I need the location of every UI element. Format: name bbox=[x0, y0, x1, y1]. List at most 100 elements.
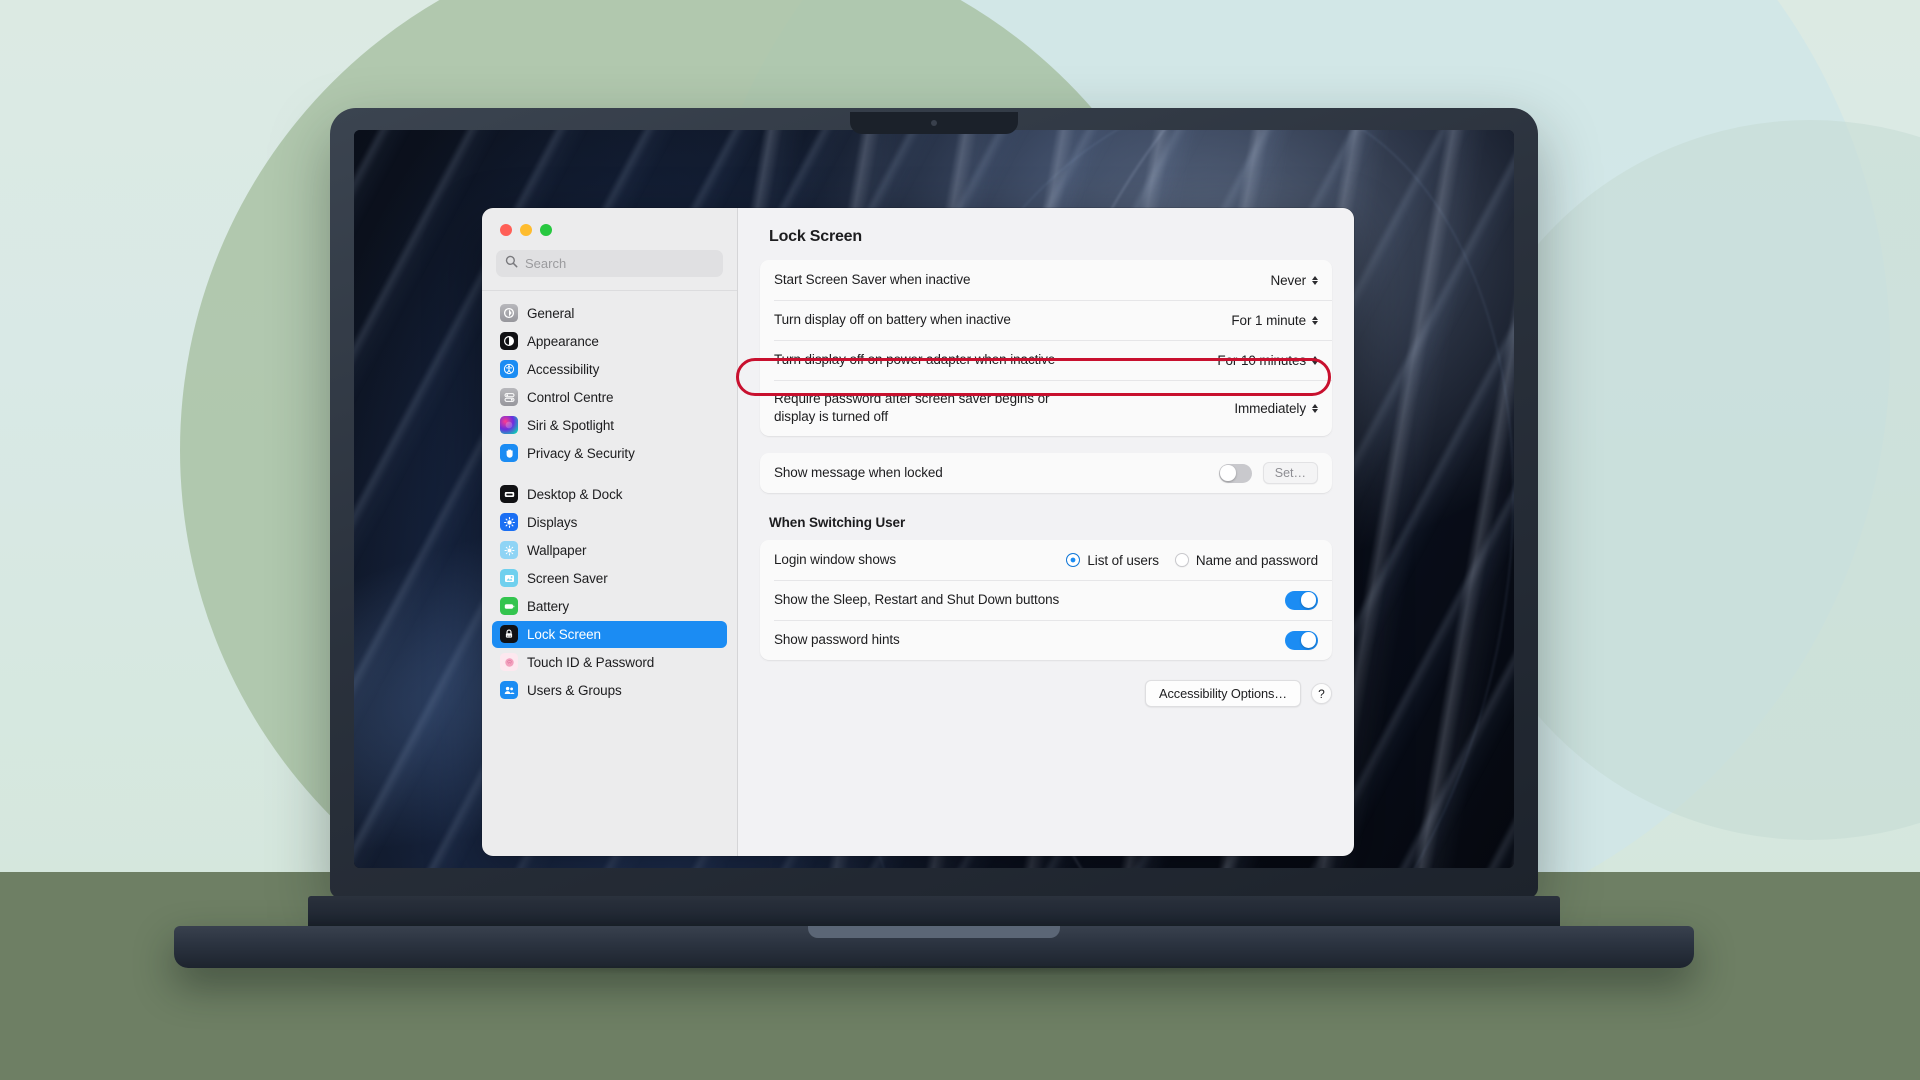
sidebar-item-label: Accessibility bbox=[527, 361, 600, 377]
switching-user-group: Login window shows List of users Name an… bbox=[760, 540, 1332, 660]
row-display-off-battery[interactable]: Turn display off on battery when inactiv… bbox=[760, 300, 1332, 340]
display-settings-group: Start Screen Saver when inactive Never T… bbox=[760, 260, 1332, 436]
laptop-lid: Search General Appearance Accessibility … bbox=[330, 108, 1538, 898]
display-off-battery-popup[interactable]: For 1 minute bbox=[1231, 313, 1318, 328]
sidebar-item-wallpaper[interactable]: Wallpaper bbox=[492, 537, 727, 564]
row-require-password[interactable]: Require password after screen saver begi… bbox=[760, 380, 1332, 436]
sidebar-item-touch-id-password[interactable]: Touch ID & Password bbox=[492, 649, 727, 676]
control-centre-icon bbox=[500, 388, 518, 406]
sidebar-item-label: Displays bbox=[527, 514, 578, 530]
main-content: Lock Screen Start Screen Saver when inac… bbox=[738, 208, 1354, 856]
radio-label: List of users bbox=[1087, 552, 1159, 568]
popup-value: Never bbox=[1270, 272, 1306, 288]
minimize-button[interactable] bbox=[520, 224, 532, 236]
screen-saver-delay-popup[interactable]: Never bbox=[1270, 273, 1318, 288]
row-label: Require password after screen saver begi… bbox=[774, 390, 1050, 424]
radio-dot-icon bbox=[1174, 553, 1189, 567]
sidebar-item-label: Appearance bbox=[527, 333, 599, 349]
row-show-message-when-locked[interactable]: Show message when locked Set… bbox=[760, 453, 1332, 493]
row-display-off-power-adapter[interactable]: Turn display off on power adapter when i… bbox=[760, 340, 1332, 380]
sidebar-item-appearance[interactable]: Appearance bbox=[492, 328, 727, 355]
sleep-restart-shutdown-toggle[interactable] bbox=[1285, 590, 1318, 610]
laptop-mockup: Search General Appearance Accessibility … bbox=[120, 108, 1750, 992]
close-button[interactable] bbox=[500, 224, 512, 236]
require-password-popup[interactable]: Immediately bbox=[1234, 401, 1318, 416]
help-button[interactable]: ? bbox=[1311, 683, 1332, 704]
login-window-radio-group: List of users Name and password bbox=[1066, 553, 1318, 568]
sidebar-item-label: Privacy & Security bbox=[527, 445, 635, 461]
locked-message-group: Show message when locked Set… bbox=[760, 453, 1332, 493]
laptop-screen: Search General Appearance Accessibility … bbox=[354, 130, 1514, 868]
search-input[interactable]: Search bbox=[496, 250, 723, 277]
display-off-power-popup[interactable]: For 10 minutes bbox=[1217, 353, 1318, 368]
laptop-shadow bbox=[120, 966, 1750, 992]
sidebar-item-label: General bbox=[527, 305, 575, 321]
wallpaper-icon bbox=[500, 541, 518, 559]
row-show-password-hints[interactable]: Show password hints bbox=[760, 620, 1332, 660]
siri-icon bbox=[500, 416, 518, 434]
footer-actions: Accessibility Options… ? bbox=[760, 660, 1332, 707]
accessibility-icon bbox=[500, 360, 518, 378]
lock-screen-icon bbox=[500, 625, 518, 643]
sidebar-item-displays[interactable]: Displays bbox=[492, 509, 727, 536]
displays-icon bbox=[500, 513, 518, 531]
row-label: Turn display off on power adapter when i… bbox=[774, 351, 1056, 367]
sidebar-item-accessibility[interactable]: Accessibility bbox=[492, 356, 727, 383]
password-hints-toggle[interactable] bbox=[1285, 630, 1318, 650]
radio-dot-selected-icon bbox=[1066, 553, 1081, 567]
privacy-hand-icon bbox=[500, 444, 518, 462]
sidebar-item-label: Wallpaper bbox=[527, 542, 587, 558]
popup-value: Immediately bbox=[1234, 400, 1306, 416]
chevron-updown-icon bbox=[1312, 315, 1318, 325]
sidebar-item-label: Battery bbox=[527, 598, 570, 614]
popup-value: For 1 minute bbox=[1231, 312, 1306, 328]
row-show-sleep-restart-shutdown[interactable]: Show the Sleep, Restart and Shut Down bu… bbox=[760, 580, 1332, 620]
chevron-updown-icon bbox=[1312, 403, 1318, 413]
zoom-button[interactable] bbox=[540, 224, 552, 236]
radio-name-and-password[interactable]: Name and password bbox=[1174, 552, 1318, 568]
radio-list-of-users[interactable]: List of users bbox=[1066, 552, 1159, 568]
sidebar-nav: General Appearance Accessibility Control… bbox=[482, 291, 737, 857]
sidebar-item-general[interactable]: General bbox=[492, 300, 727, 327]
system-settings-window: Search General Appearance Accessibility … bbox=[482, 208, 1354, 856]
chevron-updown-icon bbox=[1312, 275, 1318, 285]
sidebar-item-battery[interactable]: Battery bbox=[492, 593, 727, 620]
radio-label: Name and password bbox=[1195, 552, 1318, 568]
section-heading-when-switching-user: When Switching User bbox=[769, 515, 906, 530]
row-label: Show the Sleep, Restart and Shut Down bu… bbox=[774, 591, 1060, 607]
sidebar-item-label: Control Centre bbox=[527, 389, 614, 405]
desktop-dock-icon bbox=[500, 485, 518, 503]
search-container: Search bbox=[482, 236, 737, 277]
sidebar-item-label: Siri & Spotlight bbox=[527, 417, 614, 433]
sidebar: Search General Appearance Accessibility … bbox=[482, 208, 738, 856]
screen-saver-icon bbox=[500, 569, 518, 587]
set-message-button[interactable]: Set… bbox=[1262, 462, 1318, 484]
accessibility-options-button[interactable]: Accessibility Options… bbox=[1145, 680, 1301, 707]
row-label: Start Screen Saver when inactive bbox=[774, 271, 971, 287]
row-start-screen-saver[interactable]: Start Screen Saver when inactive Never bbox=[760, 260, 1332, 300]
touch-id-icon bbox=[500, 653, 518, 671]
page-title: Lock Screen bbox=[769, 228, 862, 245]
row-login-window-shows: Login window shows List of users Name an… bbox=[760, 540, 1332, 580]
sidebar-item-label: Desktop & Dock bbox=[527, 486, 623, 502]
window-controls bbox=[482, 208, 737, 236]
appearance-icon bbox=[500, 332, 518, 350]
sidebar-item-label: Lock Screen bbox=[527, 626, 601, 642]
sidebar-item-control-centre[interactable]: Control Centre bbox=[492, 384, 727, 411]
row-label: Turn display off on battery when inactiv… bbox=[774, 311, 1011, 327]
show-message-toggle[interactable] bbox=[1218, 463, 1252, 483]
chevron-updown-icon bbox=[1312, 355, 1318, 365]
sidebar-item-desktop-dock[interactable]: Desktop & Dock bbox=[492, 481, 727, 508]
sidebar-item-siri-spotlight[interactable]: Siri & Spotlight bbox=[492, 412, 727, 439]
webcam-icon bbox=[931, 120, 937, 126]
sidebar-item-privacy-security[interactable]: Privacy & Security bbox=[492, 440, 727, 467]
row-label: Show message when locked bbox=[774, 464, 943, 480]
users-groups-icon bbox=[500, 681, 518, 699]
popup-value: For 10 minutes bbox=[1217, 352, 1306, 368]
sidebar-item-label: Users & Groups bbox=[527, 682, 622, 698]
sidebar-item-lock-screen[interactable]: Lock Screen bbox=[492, 620, 727, 648]
search-icon bbox=[505, 255, 518, 273]
sidebar-item-users-groups[interactable]: Users & Groups bbox=[492, 677, 727, 704]
sidebar-item-screen-saver[interactable]: Screen Saver bbox=[492, 565, 727, 592]
